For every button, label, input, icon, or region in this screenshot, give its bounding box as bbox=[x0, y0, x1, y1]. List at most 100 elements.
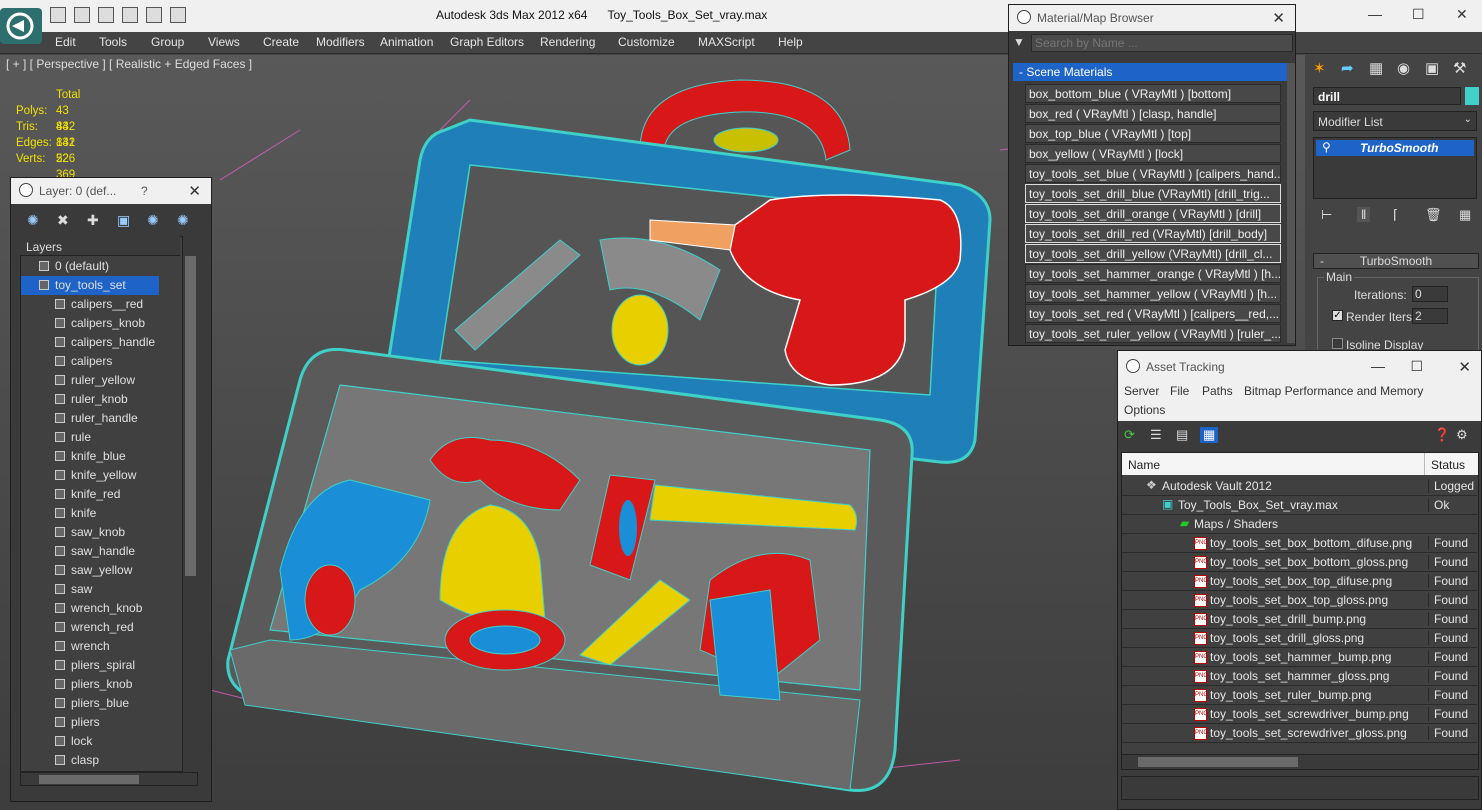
asset-row[interactable]: PNG toy_tools_set_hammer_bump.png Found bbox=[1122, 648, 1477, 667]
asset-row[interactable]: PNG toy_tools_set_box_top_difuse.png Found bbox=[1122, 572, 1477, 591]
asset-row[interactable]: PNG toy_tools_set_box_top_gloss.png Found bbox=[1122, 591, 1477, 610]
close-icon[interactable]: ✕ bbox=[188, 182, 201, 200]
highlight-layer-icon[interactable]: ✺ bbox=[147, 212, 159, 229]
options-dropdown-icon[interactable]: ▼ bbox=[1013, 35, 1027, 49]
layer-row[interactable]: lock bbox=[21, 732, 183, 751]
list-view-icon[interactable]: ☰ bbox=[1150, 427, 1162, 443]
material-item[interactable]: toy_tools_set_blue ( VRayMtl ) [calipers… bbox=[1025, 164, 1281, 183]
save-file-icon[interactable] bbox=[74, 7, 90, 23]
asset-row[interactable]: PNG toy_tools_set_box_bottom_gloss.png Fou… bbox=[1122, 553, 1477, 572]
material-item[interactable]: box_red ( VRayMtl ) [clasp, handle] bbox=[1025, 104, 1281, 123]
render-iters-checkbox[interactable]: ✓ bbox=[1332, 310, 1343, 321]
viewport-label[interactable]: [ + ] [ Perspective ] [ Realistic + Edge… bbox=[6, 57, 252, 71]
layer-row[interactable]: 0 (default) bbox=[21, 257, 183, 276]
turbosmooth-rollout[interactable]: - TurboSmooth bbox=[1313, 253, 1479, 269]
material-item[interactable]: toy_tools_set_hammer_orange ( VRayMtl ) … bbox=[1025, 264, 1281, 283]
close-icon[interactable]: ✕ bbox=[1272, 9, 1285, 27]
layer-row[interactable]: toy_tools_set bbox=[21, 276, 159, 295]
layer-row[interactable]: saw_handle bbox=[21, 542, 183, 561]
asset-row[interactable]: PNG toy_tools_set_screwdriver_bump.png Fou… bbox=[1122, 705, 1477, 724]
maximize-icon[interactable]: ☐ bbox=[1412, 6, 1425, 23]
help-icon[interactable]: ❓ bbox=[1434, 427, 1450, 443]
material-item[interactable]: toy_tools_set_hammer_yellow ( VRayMtl ) … bbox=[1025, 284, 1281, 303]
asset-tracking-titlebar[interactable]: Asset Tracking — ☐ ✕ bbox=[1118, 351, 1481, 383]
layer-row[interactable]: calipers_knob bbox=[21, 314, 183, 333]
layer-list-scrollbar[interactable] bbox=[182, 236, 198, 772]
asset-row[interactable]: ▣ Toy_Tools_Box_Set_vray.max Ok bbox=[1122, 496, 1477, 515]
thumbnail-view-icon[interactable]: ▤ bbox=[1176, 427, 1188, 443]
asset-row[interactable]: ❖ Autodesk Vault 2012 Logged O bbox=[1122, 477, 1478, 496]
material-item[interactable]: box_yellow ( VRayMtl ) [lock] bbox=[1025, 144, 1281, 163]
hierarchy-tab-icon[interactable]: ▦ bbox=[1369, 59, 1383, 77]
close-icon[interactable]: ✕ bbox=[1458, 358, 1471, 376]
motion-tab-icon[interactable]: ◉ bbox=[1397, 59, 1410, 77]
material-item[interactable]: toy_tools_set_drill_yellow (VRayMtl) [dr… bbox=[1025, 244, 1281, 263]
menu-server[interactable]: Server bbox=[1124, 384, 1159, 398]
layer-row[interactable]: rule bbox=[21, 428, 183, 447]
minimize-icon[interactable]: — bbox=[1371, 358, 1385, 374]
material-item[interactable]: toy_tools_set_drill_blue (VRayMtl) [dril… bbox=[1025, 184, 1281, 203]
hide-all-icon[interactable]: ✺ bbox=[177, 212, 189, 229]
menu-customize[interactable]: Customize bbox=[618, 35, 675, 49]
configure-sets-icon[interactable]: ▦ bbox=[1459, 207, 1471, 223]
modify-tab-icon[interactable]: ➦ bbox=[1341, 59, 1354, 77]
utilities-tab-icon[interactable]: ⚒ bbox=[1453, 59, 1466, 77]
app-logo[interactable] bbox=[0, 8, 42, 44]
layers-column-header[interactable]: Layers bbox=[20, 236, 180, 256]
menu-rendering[interactable]: Rendering bbox=[540, 35, 595, 49]
layer-row[interactable]: clasp bbox=[21, 751, 183, 770]
asset-row[interactable]: PNG toy_tools_set_box_bottom_difuse.png Fo… bbox=[1122, 534, 1477, 553]
layer-row[interactable]: knife bbox=[21, 504, 183, 523]
minimize-icon[interactable]: — bbox=[1368, 6, 1382, 22]
refresh-icon[interactable]: ⟳ bbox=[1124, 427, 1135, 443]
layer-row[interactable]: ruler_knob bbox=[21, 390, 183, 409]
stack-item-turbosmooth[interactable]: TurboSmooth bbox=[1316, 140, 1474, 156]
column-status[interactable]: Status bbox=[1424, 453, 1465, 475]
layer-row[interactable]: saw_knob bbox=[21, 523, 183, 542]
new-scene-icon[interactable] bbox=[146, 7, 162, 23]
create-tab-icon[interactable]: ✶ bbox=[1313, 59, 1326, 77]
select-in-layer-icon[interactable]: ▣ bbox=[117, 212, 130, 229]
undo-icon[interactable] bbox=[98, 7, 114, 23]
asset-path-field[interactable] bbox=[1121, 776, 1479, 800]
layer-row[interactable]: knife_red bbox=[21, 485, 183, 504]
material-item[interactable]: box_bottom_blue ( VRayMtl ) [bottom] bbox=[1025, 84, 1281, 103]
layer-row[interactable]: calipers_handle bbox=[21, 333, 183, 352]
layer-row[interactable]: wrench_red bbox=[21, 618, 183, 637]
menu-help[interactable]: Help bbox=[778, 35, 803, 49]
remove-modifier-icon[interactable]: 🗑 bbox=[1425, 207, 1442, 223]
material-item[interactable]: box_top_blue ( VRayMtl ) [top] bbox=[1025, 124, 1281, 143]
layer-row[interactable]: saw_yellow bbox=[21, 561, 183, 580]
close-icon[interactable]: ✕ bbox=[1456, 6, 1468, 23]
material-search-input[interactable] bbox=[1031, 34, 1293, 52]
layer-list-hscrollbar[interactable] bbox=[20, 772, 198, 786]
layer-row[interactable]: wrench bbox=[21, 637, 183, 656]
scene-materials-group[interactable]: - Scene Materials bbox=[1013, 63, 1287, 81]
material-item[interactable]: toy_tools_set_ruler_yellow ( VRayMtl ) [… bbox=[1025, 324, 1281, 343]
layer-row[interactable]: pliers_knob bbox=[21, 675, 183, 694]
menu-maxscript[interactable]: MAXScript bbox=[698, 35, 755, 49]
menu-animation[interactable]: Animation bbox=[380, 35, 433, 49]
menu-file[interactable]: File bbox=[1170, 384, 1189, 398]
isoline-checkbox[interactable] bbox=[1332, 338, 1343, 349]
layer-row[interactable]: wrench_knob bbox=[21, 599, 183, 618]
display-tab-icon[interactable]: ▣ bbox=[1425, 59, 1439, 77]
menu-graph-editors[interactable]: Graph Editors bbox=[450, 35, 524, 49]
asset-row[interactable]: PNG toy_tools_set_ruler_bump.png Found bbox=[1122, 686, 1477, 705]
layer-row[interactable]: pliers_blue bbox=[21, 694, 183, 713]
asset-hscrollbar[interactable] bbox=[1121, 754, 1479, 770]
object-color-swatch[interactable] bbox=[1465, 87, 1479, 105]
render-iters-spinner[interactable] bbox=[1412, 308, 1448, 324]
material-browser-titlebar[interactable]: Material/Map Browser ✕ bbox=[1009, 5, 1295, 31]
table-view-icon[interactable]: ▦ bbox=[1200, 427, 1219, 443]
settings-icon[interactable]: ⚙ bbox=[1456, 427, 1468, 443]
layer-row[interactable]: ruler_yellow bbox=[21, 371, 183, 390]
menu-group[interactable]: Group bbox=[151, 35, 184, 49]
layer-row[interactable]: calipers__red bbox=[21, 295, 183, 314]
pin-stack-icon[interactable]: ⊢ bbox=[1321, 207, 1332, 223]
layer-row[interactable]: pliers bbox=[21, 713, 183, 732]
help-button[interactable]: ? bbox=[141, 184, 148, 198]
menu-modifiers[interactable]: Modifiers bbox=[316, 35, 365, 49]
asset-row[interactable]: PNG toy_tools_set_drill_bump.png Found bbox=[1122, 610, 1477, 629]
add-to-layer-icon[interactable]: ✚ bbox=[87, 212, 99, 229]
